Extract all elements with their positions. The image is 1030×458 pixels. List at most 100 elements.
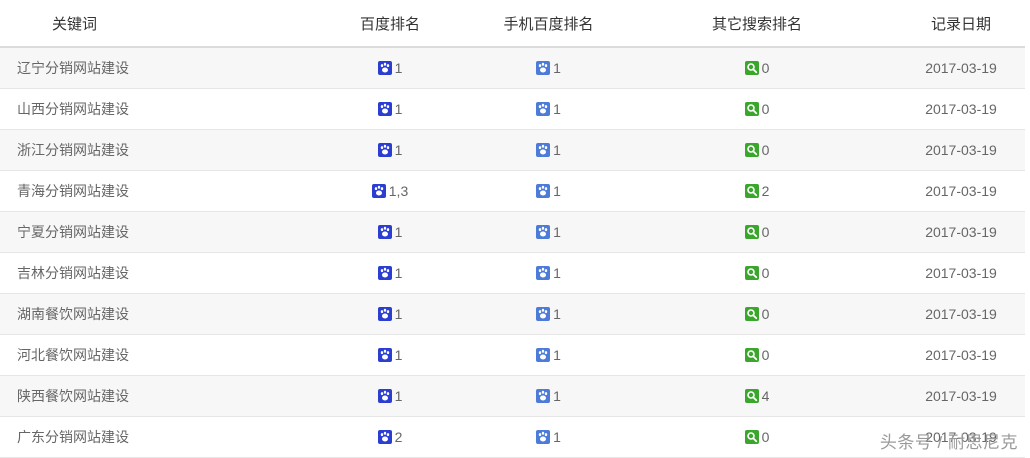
mobile-baidu-rank-value: 1	[553, 388, 561, 404]
keyword-cell: 河北餐饮网站建设	[0, 334, 300, 376]
keyword-text: 浙江分销网站建设	[17, 142, 129, 158]
other-search-rank-cell: 0	[617, 88, 897, 130]
mobile-baidu-rank-cell: 1	[480, 293, 617, 335]
search-magnifier-icon	[744, 102, 759, 116]
other-search-rank-cell: 0	[617, 416, 897, 458]
baidu-paw-icon	[377, 61, 392, 75]
table-row: 河北餐饮网站建设 1 1 0 2017-03-19	[0, 334, 1025, 376]
keyword-text: 宁夏分销网站建设	[17, 224, 129, 240]
baidu-rank-cell: 1	[300, 47, 480, 89]
mobile-baidu-rank-value: 1	[553, 183, 561, 199]
mobile-baidu-rank-value: 1	[553, 265, 561, 281]
baidu-rank-value: 1	[394, 306, 403, 322]
keyword-text: 广东分销网站建设	[17, 429, 129, 445]
mobile-baidu-rank-cell: 1	[480, 170, 617, 212]
record-date-cell: 2017-03-19	[897, 170, 1025, 212]
header-keyword: 关键词	[0, 0, 300, 48]
keyword-cell: 山西分销网站建设	[0, 88, 300, 130]
keyword-text: 青海分销网站建设	[17, 183, 129, 199]
record-date-cell: 2017-03-19	[897, 47, 1025, 89]
baidu-rank-cell: 1	[300, 334, 480, 376]
keyword-cell: 青海分销网站建设	[0, 170, 300, 212]
mobile-baidu-rank-cell: 1	[480, 47, 617, 89]
record-date-cell: 2017-03-19	[897, 211, 1025, 253]
keyword-text: 湖南餐饮网站建设	[17, 306, 129, 322]
record-date-text: 2017-03-19	[925, 60, 997, 76]
baidu-paw-icon	[377, 348, 392, 362]
baidu-rank-value: 2	[394, 429, 403, 445]
other-search-rank-value: 0	[761, 429, 770, 445]
mobile-baidu-paw-icon	[536, 225, 551, 239]
mobile-baidu-rank-value: 1	[553, 101, 561, 117]
baidu-paw-icon	[377, 225, 392, 239]
baidu-rank-cell: 1	[300, 252, 480, 294]
mobile-baidu-rank-value: 1	[553, 347, 561, 363]
search-magnifier-icon	[744, 61, 759, 75]
other-search-rank-cell: 0	[617, 47, 897, 89]
table-row: 青海分销网站建设 1,3 1 2 2017-03-19	[0, 170, 1025, 212]
other-search-rank-value: 2	[761, 183, 770, 199]
other-search-rank-cell: 2	[617, 170, 897, 212]
keyword-text: 吉林分销网站建设	[17, 265, 129, 281]
record-date-cell: 2017-03-19	[897, 252, 1025, 294]
mobile-baidu-paw-icon	[536, 430, 551, 444]
mobile-baidu-rank-cell: 1	[480, 252, 617, 294]
other-search-rank-value: 0	[761, 306, 770, 322]
table-row: 陕西餐饮网站建设 1 1 4 2017-03-19	[0, 375, 1025, 417]
baidu-rank-value: 1	[394, 224, 403, 240]
table-row: 山西分销网站建设 1 1 0 2017-03-19	[0, 88, 1025, 130]
mobile-baidu-rank-cell: 1	[480, 416, 617, 458]
mobile-baidu-rank-value: 1	[553, 429, 561, 445]
other-search-rank-value: 0	[761, 224, 770, 240]
baidu-paw-icon	[377, 143, 392, 157]
baidu-rank-value: 1	[394, 60, 403, 76]
record-date-text: 2017-03-19	[925, 101, 997, 117]
mobile-baidu-paw-icon	[536, 389, 551, 403]
table-body: 辽宁分销网站建设 1 1 0 2017-03-19 山西分销网站建设 1 1 0 2017-03-…	[0, 47, 1025, 458]
baidu-rank-cell: 1	[300, 129, 480, 171]
keyword-cell: 辽宁分销网站建设	[0, 47, 300, 89]
mobile-baidu-rank-value: 1	[553, 60, 561, 76]
watermark: 头条号 / 耐思尼克	[879, 433, 1018, 452]
mobile-baidu-paw-icon	[536, 307, 551, 321]
table-row: 宁夏分销网站建设 1 1 0 2017-03-19	[0, 211, 1025, 253]
mobile-baidu-rank-cell: 1	[480, 88, 617, 130]
search-magnifier-icon	[744, 266, 759, 280]
record-date-text: 2017-03-19	[925, 306, 997, 322]
mobile-baidu-rank-value: 1	[553, 306, 561, 322]
baidu-paw-icon	[377, 102, 392, 116]
table-row: 辽宁分销网站建设 1 1 0 2017-03-19	[0, 47, 1025, 89]
other-search-rank-value: 0	[761, 142, 770, 158]
keyword-cell: 宁夏分销网站建设	[0, 211, 300, 253]
table-header-row: 关键词 百度排名 手机百度排名 其它搜索排名 记录日期	[0, 0, 1025, 48]
baidu-rank-cell: 1	[300, 211, 480, 253]
keyword-text: 河北餐饮网站建设	[17, 347, 129, 363]
mobile-baidu-rank-cell: 1	[480, 334, 617, 376]
other-search-rank-value: 0	[761, 101, 770, 117]
baidu-rank-value: 1	[394, 265, 403, 281]
header-record-date: 记录日期	[897, 0, 1025, 48]
mobile-baidu-paw-icon	[536, 61, 551, 75]
record-date-cell: 2017-03-19	[897, 88, 1025, 130]
baidu-paw-icon	[377, 307, 392, 321]
record-date-cell: 2017-03-19	[897, 293, 1025, 335]
record-date-text: 2017-03-19	[925, 347, 997, 363]
mobile-baidu-paw-icon	[536, 266, 551, 280]
search-magnifier-icon	[744, 430, 759, 444]
record-date-cell: 2017-03-19	[897, 334, 1025, 376]
keyword-cell: 浙江分销网站建设	[0, 129, 300, 171]
other-search-rank-value: 0	[761, 265, 770, 281]
ranking-table: 关键词 百度排名 手机百度排名 其它搜索排名 记录日期 辽宁分销网站建设 1 1 0 2…	[0, 0, 1025, 458]
keyword-cell: 陕西餐饮网站建设	[0, 375, 300, 417]
baidu-paw-icon	[377, 430, 392, 444]
search-magnifier-icon	[744, 389, 759, 403]
header-baidu-rank: 百度排名	[300, 0, 480, 48]
baidu-paw-icon	[377, 389, 392, 403]
baidu-rank-value: 1	[394, 142, 403, 158]
header-other-search-rank: 其它搜索排名	[617, 0, 897, 48]
record-date-text: 2017-03-19	[925, 224, 997, 240]
table-row: 吉林分销网站建设 1 1 0 2017-03-19	[0, 252, 1025, 294]
search-magnifier-icon	[744, 348, 759, 362]
other-search-rank-value: 4	[761, 388, 770, 404]
keyword-text: 山西分销网站建设	[17, 101, 129, 117]
